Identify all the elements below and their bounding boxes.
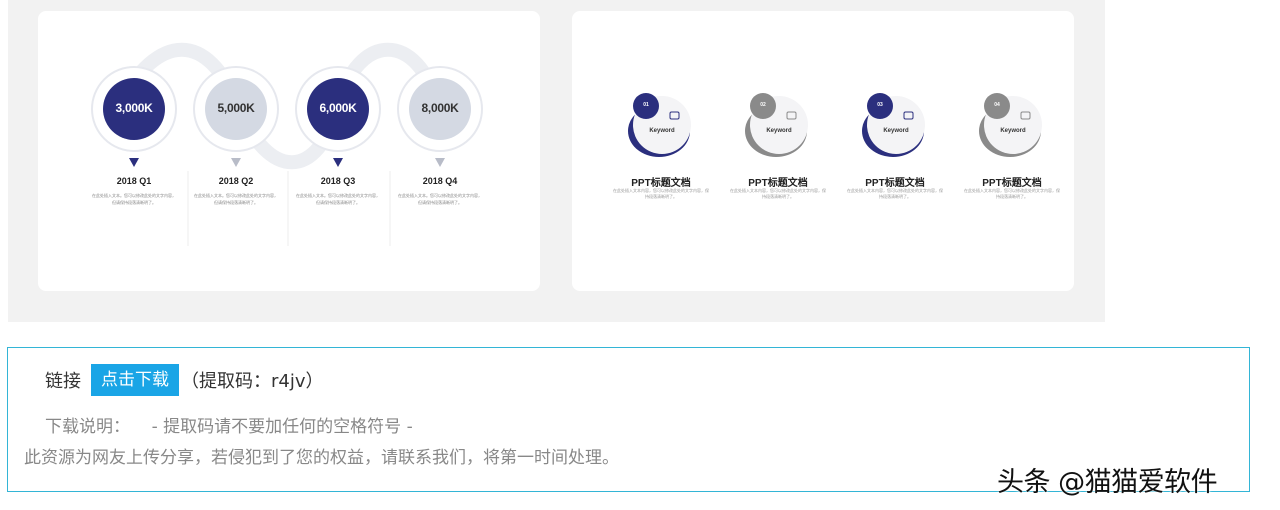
timeline-pointer-icon [231,158,241,167]
timeline-decoration [91,43,483,246]
watermark: 头条 @猫猫爱软件 [997,467,1218,498]
timeline-quarter: 2018 Q1 [116,176,152,186]
timeline-quarter: 2018 Q2 [218,176,254,186]
download-link-row: 链接 点击下载 （提取码：r4jv） [45,364,324,396]
keyword-number: 03 [877,102,883,108]
timeline-pointer-icon [129,158,139,167]
download-button[interactable]: 点击下载 [91,364,179,396]
timeline-description: 在此处插入文本。您可以修改此处的文字内容，但请保持段落清晰明了。 [296,193,380,205]
timeline-quarter: 2018 Q4 [422,176,458,186]
keyword-label: Keyword [766,128,792,134]
keyword-title: PPT标题文档 [982,178,1042,189]
keyword-title: PPT标题文档 [748,178,808,189]
timeline-value: 3,000K [115,101,153,115]
download-note: 下载说明： - 提取码请不要加任何的空格符号 - [45,412,413,437]
keyword-description: 在此处插入文本内容，您可以修改此处的文字内容，保持段落清晰明了。 [730,188,826,199]
timeline-value: 8,000K [421,101,459,115]
keyword-label: Keyword [649,128,675,134]
timeline-pointer-icon [333,158,343,167]
timeline-quarter: 2018 Q3 [320,176,356,186]
timeline-description: 在此处插入文本。您可以修改此处的文字内容，但请保持段落清晰明了。 [398,193,482,205]
timeline-description: 在此处插入文本。您可以修改此处的文字内容，但请保持段落清晰明了。 [194,193,278,205]
keyword-description: 在此处插入文本内容，您可以修改此处的文字内容，保持段落清晰明了。 [964,188,1060,199]
keyword-slide[interactable]: 01 Keyword PPT标题文档 在此处插入文本内容，您可以修改此处的文字内容，保… [572,11,1074,291]
keyword-number: 02 [760,102,766,108]
keyword-label: Keyword [1000,128,1026,134]
note-label: 下载说明： [45,417,130,437]
timeline-slide[interactable]: 3,000K 2018 Q1 在此处插入文本。您可以修改此处的文字内容，但请保持段落… [38,11,540,291]
timeline-description: 在此处插入文本。您可以修改此处的文字内容，但请保持段落清晰明了。 [92,193,176,205]
template-preview-area: 3,000K 2018 Q1 在此处插入文本。您可以修改此处的文字内容，但请保持段落… [8,0,1105,322]
link-label: 链接 [45,371,81,392]
keyword-description: 在此处插入文本内容，您可以修改此处的文字内容，保持段落清晰明了。 [847,188,943,199]
timeline-pointer-icon [435,158,445,167]
keyword-title: PPT标题文档 [631,178,691,189]
note-text: - 提取码请不要加任何的空格符号 - [151,417,413,437]
timeline-value: 5,000K [217,101,255,115]
keyword-title: PPT标题文档 [865,178,925,189]
keyword-number: 04 [994,102,1000,108]
keyword-decoration [628,93,1042,157]
keyword-label: Keyword [883,128,909,134]
extract-code: （提取码：r4jv） [181,371,324,392]
timeline-value: 6,000K [319,101,357,115]
keyword-number: 01 [643,102,649,108]
disclaimer-text: 此资源为网友上传分享，若侵犯到了您的权益，请联系我们，将第一时间处理。 [24,448,619,468]
keyword-description: 在此处插入文本内容，您可以修改此处的文字内容，保持段落清晰明了。 [613,188,709,199]
